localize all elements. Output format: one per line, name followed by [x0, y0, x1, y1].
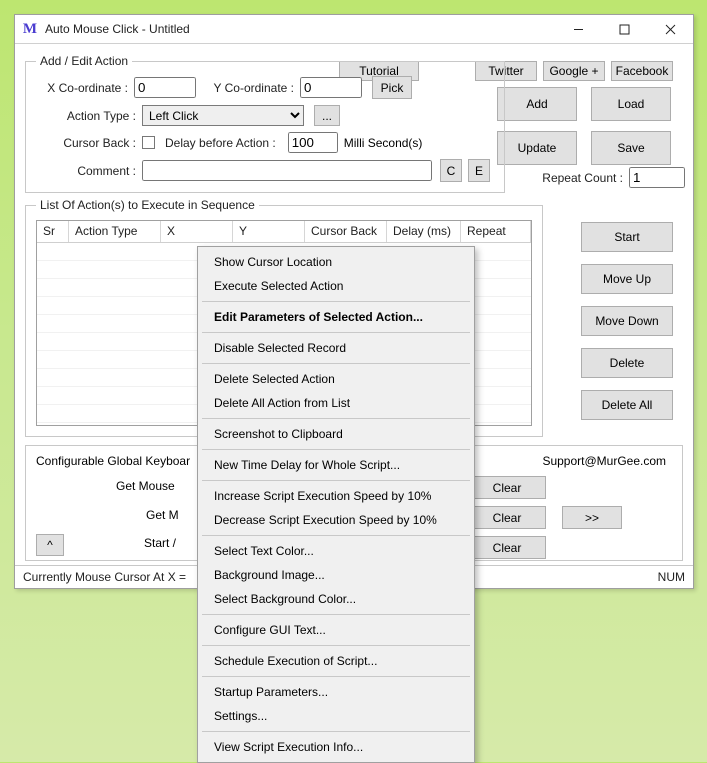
clear-button-1[interactable]: Clear	[468, 476, 546, 499]
update-button[interactable]: Update	[497, 131, 577, 165]
top-right-buttons: Add Update Load Save	[497, 87, 673, 165]
menu-startup-parameters[interactable]: Startup Parameters...	[200, 680, 472, 704]
app-logo-icon: M	[15, 21, 45, 38]
menu-configure-gui-text[interactable]: Configure GUI Text...	[200, 618, 472, 642]
facebook-button[interactable]: Facebook	[611, 61, 673, 81]
menu-separator	[202, 363, 470, 364]
comment-input[interactable]	[142, 160, 432, 181]
menu-screenshot-clipboard[interactable]: Screenshot to Clipboard	[200, 422, 472, 446]
move-up-button[interactable]: Move Up	[581, 264, 673, 294]
action-type-more-button[interactable]: ...	[314, 105, 340, 126]
cfg-keyboard-label: Configurable Global Keyboar	[36, 454, 190, 468]
repeat-count-input[interactable]	[629, 167, 685, 188]
menu-background-image[interactable]: Background Image...	[200, 563, 472, 587]
delete-button[interactable]: Delete	[581, 348, 673, 378]
action-type-label: Action Type :	[36, 109, 136, 123]
window-title: Auto Mouse Click - Untitled	[45, 22, 555, 36]
action-list-legend: List Of Action(s) to Execute in Sequence	[36, 198, 259, 212]
menu-separator	[202, 418, 470, 419]
menu-view-script-info[interactable]: View Script Execution Info...	[200, 735, 472, 759]
cursor-back-checkbox[interactable]	[142, 136, 155, 149]
col-action-type[interactable]: Action Type	[69, 221, 161, 242]
menu-separator	[202, 449, 470, 450]
menu-separator	[202, 614, 470, 615]
millis-label: Milli Second(s)	[344, 136, 423, 150]
save-button[interactable]: Save	[591, 131, 671, 165]
repeat-count-label: Repeat Count :	[542, 171, 623, 185]
menu-separator	[202, 645, 470, 646]
clear-button-2[interactable]: Clear	[468, 506, 546, 529]
start-button[interactable]: Start	[581, 222, 673, 252]
ycoord-input[interactable]	[300, 77, 362, 98]
menu-separator	[202, 535, 470, 536]
col-delay[interactable]: Delay (ms)	[387, 221, 461, 242]
menu-select-text-color[interactable]: Select Text Color...	[200, 539, 472, 563]
load-button[interactable]: Load	[591, 87, 671, 121]
list-side-buttons: Start Move Up Move Down Delete Delete Al…	[581, 222, 673, 420]
menu-separator	[202, 676, 470, 677]
menu-separator	[202, 332, 470, 333]
minimize-button[interactable]	[555, 15, 601, 44]
pick-button[interactable]: Pick	[372, 76, 412, 99]
add-edit-fieldset: Add / Edit Action X Co-ordinate : Y Co-o…	[25, 54, 505, 193]
maximize-button[interactable]	[601, 15, 647, 44]
menu-edit-parameters[interactable]: Edit Parameters of Selected Action...	[200, 305, 472, 329]
col-sr[interactable]: Sr	[37, 221, 69, 242]
status-right: NUM	[658, 570, 685, 584]
expand-up-button[interactable]: ^	[36, 534, 64, 556]
col-repeat[interactable]: Repeat	[461, 221, 531, 242]
get-m-label: Get M	[146, 508, 179, 522]
menu-execute-selected-action[interactable]: Execute Selected Action	[200, 274, 472, 298]
xcoord-label: X Co-ordinate :	[36, 81, 128, 95]
menu-new-time-delay[interactable]: New Time Delay for Whole Script...	[200, 453, 472, 477]
start-s-label: Start /	[144, 536, 176, 550]
close-button[interactable]	[647, 15, 693, 44]
cursor-back-label: Cursor Back :	[36, 136, 136, 150]
delete-all-button[interactable]: Delete All	[581, 390, 673, 420]
delay-label: Delay before Action :	[165, 136, 276, 150]
action-type-select[interactable]: Left Click	[142, 105, 304, 126]
menu-schedule-execution[interactable]: Schedule Execution of Script...	[200, 649, 472, 673]
clear-button-3[interactable]: Clear	[468, 536, 546, 559]
context-menu[interactable]: Show Cursor Location Execute Selected Ac…	[197, 246, 475, 763]
delay-input[interactable]	[288, 132, 338, 153]
get-mouse-label: Get Mouse	[116, 479, 175, 493]
add-button[interactable]: Add	[497, 87, 577, 121]
googleplus-button[interactable]: Google +	[543, 61, 605, 81]
menu-decrease-speed[interactable]: Decrease Script Execution Speed by 10%	[200, 508, 472, 532]
menu-delete-selected-action[interactable]: Delete Selected Action	[200, 367, 472, 391]
menu-select-bg-color[interactable]: Select Background Color...	[200, 587, 472, 611]
col-x[interactable]: X	[161, 221, 233, 242]
menu-separator	[202, 731, 470, 732]
e-button[interactable]: E	[468, 159, 490, 182]
c-button[interactable]: C	[440, 159, 462, 182]
menu-settings[interactable]: Settings...	[200, 704, 472, 728]
more-button[interactable]: >>	[562, 506, 622, 529]
menu-separator	[202, 301, 470, 302]
menu-show-cursor-location[interactable]: Show Cursor Location	[200, 250, 472, 274]
table-header: Sr Action Type X Y Cursor Back Delay (ms…	[37, 221, 531, 243]
col-cursor-back[interactable]: Cursor Back	[305, 221, 387, 242]
menu-disable-selected-record[interactable]: Disable Selected Record	[200, 336, 472, 360]
menu-delete-all-actions[interactable]: Delete All Action from List	[200, 391, 472, 415]
xcoord-input[interactable]	[134, 77, 196, 98]
menu-separator	[202, 480, 470, 481]
status-left: Currently Mouse Cursor At X =	[23, 570, 186, 584]
support-label: Support@MurGee.com	[542, 454, 666, 468]
add-edit-legend: Add / Edit Action	[36, 54, 132, 68]
move-down-button[interactable]: Move Down	[581, 306, 673, 336]
titlebar[interactable]: M Auto Mouse Click - Untitled	[15, 15, 693, 44]
menu-increase-speed[interactable]: Increase Script Execution Speed by 10%	[200, 484, 472, 508]
ycoord-label: Y Co-ordinate :	[202, 81, 294, 95]
col-y[interactable]: Y	[233, 221, 305, 242]
comment-label: Comment :	[36, 164, 136, 178]
